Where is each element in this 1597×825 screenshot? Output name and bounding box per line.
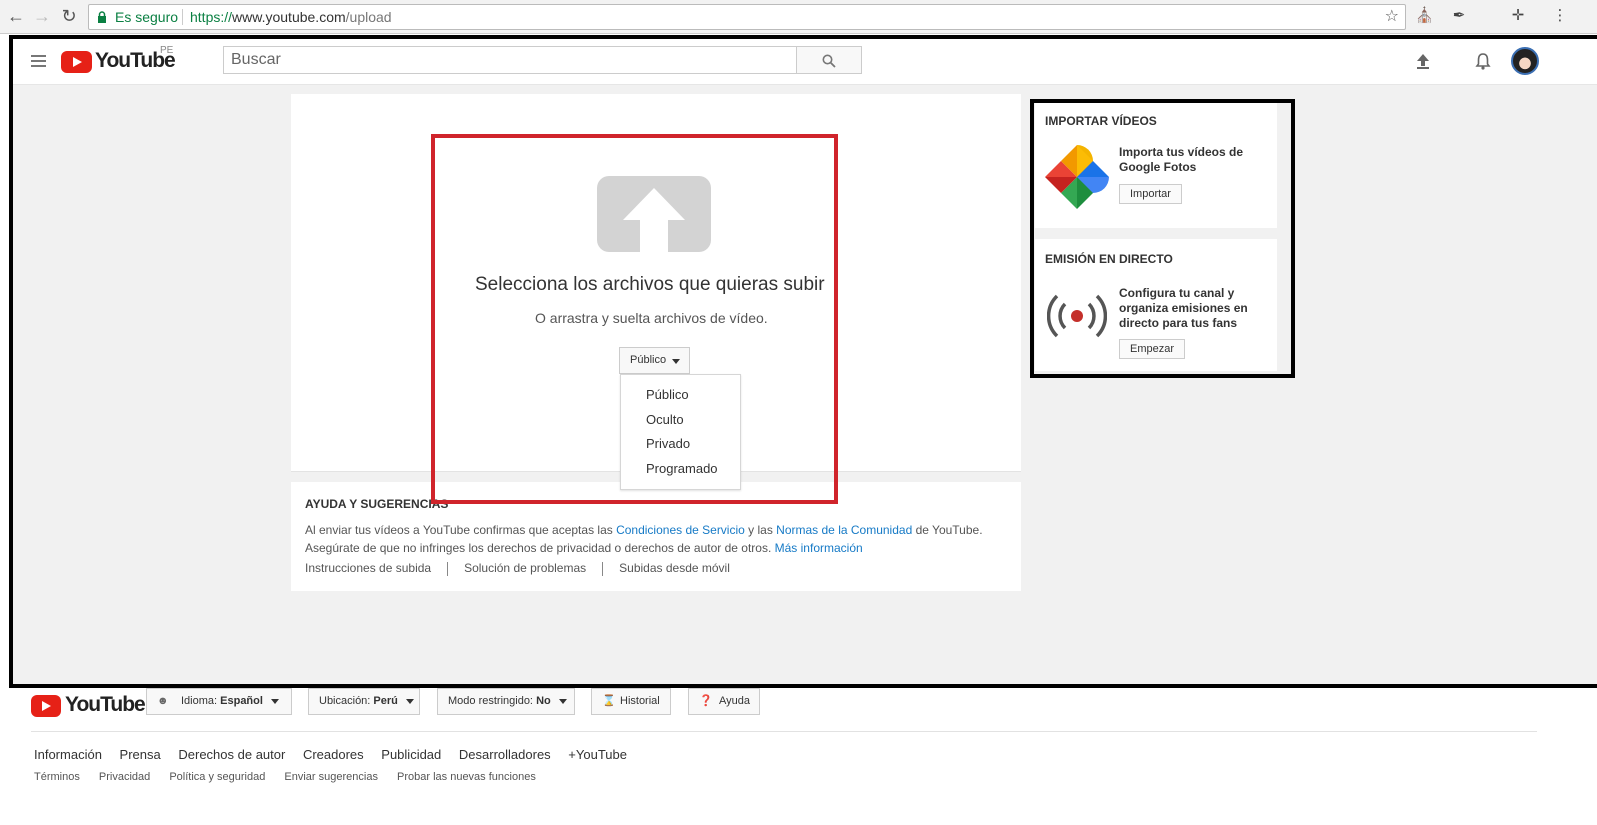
search-input[interactable]: Buscar [223,46,797,74]
footer-link[interactable]: Términos [34,771,80,783]
restricted-mode-selector[interactable]: Modo restringido: No [437,688,575,715]
upload-icon[interactable] [1413,51,1433,71]
reload-icon[interactable]: ↻ [59,6,79,26]
url-text: https://www.youtube.com/upload [190,9,392,25]
lock-icon [98,11,106,23]
menu-icon[interactable] [31,55,46,67]
footer-link[interactable]: Creadores [303,747,364,762]
upload-arrow-icon[interactable] [597,176,711,252]
footer-link[interactable]: Desarrolladores [459,747,551,762]
page-frame: YouTube PE Buscar Selecciona los archivo… [9,35,1597,688]
live-streaming-card: EMISIÓN EN DIRECTO Configura tu canal y … [1035,239,1277,371]
upload-card: Selecciona los archivos que quieras subi… [291,94,1021,490]
footer-link[interactable]: Política y seguridad [169,771,265,783]
ruler-icon[interactable]: ✛ [1509,7,1527,25]
language-icon: ☻ [157,695,169,707]
location-selector[interactable]: Ubicación: Perú [308,688,420,715]
footer-divider [31,731,1537,732]
footer: YouTube ☻ Idioma: Español Ubicación: Perú… [0,688,1597,825]
secure-label: Es seguro [115,9,179,25]
footer-link[interactable]: Publicidad [381,747,441,762]
guidelines-link[interactable]: Normas de la Comunidad [776,523,912,537]
troubleshooting-link[interactable]: Solución de problemas [464,561,602,575]
privacy-options-menu: Público Oculto Privado Programado [620,374,741,490]
upload-instructions-link[interactable]: Instrucciones de subida [305,561,447,575]
search-button[interactable] [796,46,862,74]
upload-subtitle: O arrastra y suelta archivos de vídeo. [535,310,768,326]
youtube-header: YouTube PE Buscar [13,39,1597,85]
help-circle-icon: ❓ [699,695,713,707]
search-icon [822,54,836,68]
help-button[interactable]: ❓ Ayuda [688,688,760,715]
footer-link[interactable]: Probar las nuevas funciones [397,771,536,783]
import-title: IMPORTAR VÍDEOS [1045,114,1157,128]
footer-secondary-links: Términos Privacidad Política y seguridad… [34,771,552,783]
hourglass-icon: ⌛ [602,695,616,707]
import-button[interactable]: Importar [1119,184,1182,204]
import-text: Importa tus vídeos de Google Fotos [1119,145,1244,174]
footer-link[interactable]: Privacidad [99,771,150,783]
terms-link[interactable]: Condiciones de Servicio [616,523,745,537]
footer-link[interactable]: Prensa [120,747,161,762]
link-divider [602,561,604,576]
address-divider [182,9,183,25]
menu-dots-icon[interactable]: ⋮ [1551,7,1569,25]
more-info-link[interactable]: Más información [775,541,863,555]
notifications-bell-icon[interactable] [1473,51,1493,71]
help-text: Al enviar tus vídeos a YouTube confirmas… [305,523,983,555]
live-text: Configura tu canal y organiza emisiones … [1119,286,1248,330]
browser-toolbar: ← → ↻ Es seguro https://www.youtube.com/… [0,0,1597,34]
import-videos-card: IMPORTAR VÍDEOS Importa tus vídeos de Go… [1035,101,1277,228]
live-broadcast-icon [1047,294,1107,338]
start-button[interactable]: Empezar [1119,339,1186,359]
link-divider [447,561,449,576]
extension-icon[interactable]: ⛪ [1415,7,1434,25]
avatar[interactable] [1511,47,1539,75]
country-code: PE [160,45,174,56]
privacy-option-scheduled[interactable]: Programado [621,457,740,482]
footer-link[interactable]: Derechos de autor [178,747,285,762]
history-button[interactable]: ⌛ Historial [591,688,671,715]
bookmark-star-icon[interactable]: ☆ [1385,5,1399,29]
help-links: Instrucciones de subida Solución de probl… [305,561,746,576]
privacy-option-public[interactable]: Público [621,383,740,408]
mobile-uploads-link[interactable]: Subidas desde móvil [619,561,746,575]
privacy-option-private[interactable]: Privado [621,432,740,457]
footer-link[interactable]: Información [34,747,102,762]
live-title: EMISIÓN EN DIRECTO [1045,252,1173,266]
forward-arrow-icon[interactable]: → [32,6,52,26]
privacy-option-unlisted[interactable]: Oculto [621,408,740,433]
address-bar[interactable]: Es seguro https://www.youtube.com/upload… [88,4,1406,30]
footer-primary-links: Información Prensa Derechos de autor Cre… [34,747,641,762]
help-title: AYUDA Y SUGERENCIAS [305,497,449,511]
play-logo-icon [61,51,92,73]
help-card: AYUDA Y SUGERENCIAS Al enviar tus vídeos… [291,482,1021,591]
language-selector[interactable]: ☻ Idioma: Español [146,688,292,715]
footer-link[interactable]: Enviar sugerencias [284,771,378,783]
eyedropper-icon[interactable]: ✒ [1450,7,1468,25]
back-arrow-icon[interactable]: ← [6,6,26,26]
upload-title: Selecciona los archivos que quieras subi… [475,274,825,295]
footer-link[interactable]: +YouTube [568,747,627,762]
privacy-dropdown-button[interactable]: Público [619,347,690,374]
google-photos-icon [1045,145,1109,209]
